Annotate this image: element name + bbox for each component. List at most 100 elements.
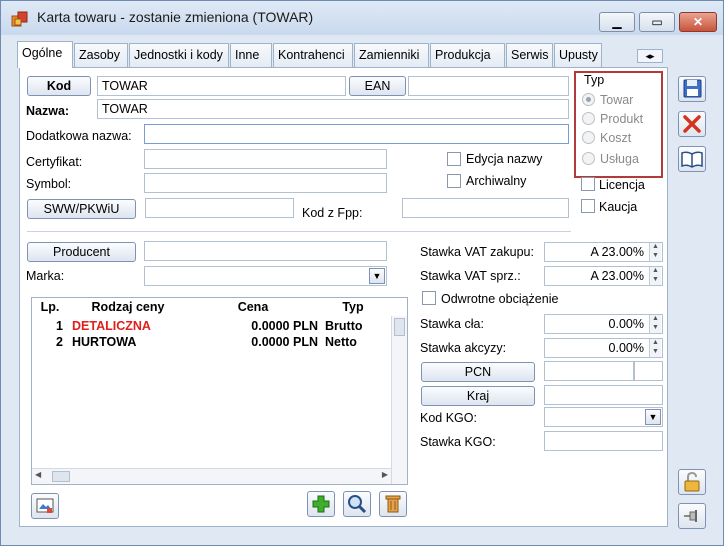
book-icon xyxy=(681,151,703,168)
book-button[interactable] xyxy=(678,146,706,172)
tab-zasoby[interactable]: Zasoby xyxy=(74,43,128,67)
price-table-hscroll[interactable]: ◀ ▶ xyxy=(32,468,391,484)
col-header-typ[interactable]: Typ xyxy=(318,298,388,316)
kod-button[interactable]: Kod xyxy=(27,76,91,96)
licencja-label: Licencja xyxy=(599,178,645,192)
search-price-button[interactable] xyxy=(343,491,371,517)
stawka-kgo-label: Stawka KGO: xyxy=(420,435,496,449)
sww-pkwiu-input[interactable] xyxy=(145,198,294,218)
radio-usluga[interactable] xyxy=(582,152,595,165)
ean-input[interactable] xyxy=(408,76,569,96)
col-header-cena[interactable]: Cena xyxy=(188,298,318,316)
certyfikat-label: Certyfikat: xyxy=(26,155,83,169)
kaucja-checkbox[interactable] xyxy=(581,199,595,213)
vat-sprz-spinner[interactable]: ▲ ▼ xyxy=(649,267,661,285)
edycja-nazwy-checkbox[interactable] xyxy=(447,152,461,166)
tab-label: Kontrahenci xyxy=(278,48,345,62)
row2-cena[interactable]: 0.0000 PLN xyxy=(188,334,318,350)
tab-ogolne[interactable]: Ogólne xyxy=(17,41,73,68)
lock-button[interactable] xyxy=(678,469,706,495)
delete-price-button[interactable] xyxy=(379,491,407,517)
producent-input[interactable] xyxy=(144,241,387,261)
odwrotne-obciazenie-checkbox[interactable] xyxy=(422,291,436,305)
hscroll-thumb[interactable] xyxy=(52,471,70,482)
pcn-input[interactable] xyxy=(544,361,634,381)
row1-typ[interactable]: Brutto xyxy=(325,318,363,334)
cancel-button[interactable] xyxy=(678,111,706,137)
tab-produkcja[interactable]: Produkcja xyxy=(430,43,505,67)
scroll-thumb[interactable] xyxy=(394,318,405,336)
radio-produkt[interactable] xyxy=(582,112,595,125)
save-button[interactable] xyxy=(678,76,706,102)
maximize-button[interactable]: ▭ xyxy=(639,12,675,32)
radio-koszt[interactable] xyxy=(582,131,595,144)
tab-label: Produkcja xyxy=(435,48,491,62)
row2-typ[interactable]: Netto xyxy=(325,334,357,350)
typ-title: Typ xyxy=(584,73,605,87)
kod-input[interactable]: TOWAR xyxy=(97,76,346,96)
tab-zamienniki[interactable]: Zamienniki xyxy=(354,43,429,67)
stawka-cla-spinner[interactable]: ▲ ▼ xyxy=(649,315,661,333)
col-header-rodzaj[interactable]: Rodzaj ceny xyxy=(68,298,188,316)
trash-icon xyxy=(385,495,401,513)
tab-label: Zasoby xyxy=(79,48,120,62)
stawka-akcyzy-spinner[interactable]: ▲ ▼ xyxy=(649,339,661,357)
scroll-left-icon[interactable]: ◀ xyxy=(35,470,41,479)
scroll-right-icon[interactable]: ▶ xyxy=(382,470,388,479)
kod-kgo-select[interactable]: ▼ xyxy=(544,407,663,427)
archiwalny-checkbox[interactable] xyxy=(447,174,461,188)
marka-select[interactable]: ▼ xyxy=(144,266,387,286)
kraj-input[interactable] xyxy=(544,385,663,405)
pcn-button[interactable]: PCN xyxy=(421,362,535,382)
radio-produkt-label: Produkt xyxy=(600,112,644,126)
tab-label: Inne xyxy=(235,48,260,62)
symbol-label: Symbol: xyxy=(26,177,72,191)
nazwa-input[interactable]: TOWAR xyxy=(97,99,569,119)
certyfikat-input[interactable] xyxy=(144,149,387,169)
stawka-cla-input[interactable]: 0.00% ▲ ▼ xyxy=(544,314,663,334)
minimize-button[interactable]: ▁ xyxy=(599,12,635,32)
tab-serwis[interactable]: Serwis xyxy=(506,43,553,67)
symbol-input[interactable] xyxy=(144,173,387,193)
row1-cena[interactable]: 0.0000 PLN xyxy=(188,318,318,334)
tab-kontrahenci[interactable]: Kontrahenci xyxy=(273,43,353,67)
sww-pkwiu-button[interactable]: SWW/PKWiU xyxy=(27,199,136,219)
tab-upusty[interactable]: Upusty xyxy=(554,43,602,67)
vat-zakupu-spinner[interactable]: ▲ ▼ xyxy=(649,243,661,261)
chevron-down-icon[interactable]: ▼ xyxy=(369,268,385,284)
kraj-button[interactable]: Kraj xyxy=(421,386,535,406)
pcn-extra-input[interactable] xyxy=(634,361,663,381)
tab-label: Jednostki i kody xyxy=(134,48,223,62)
image-button[interactable] xyxy=(31,493,59,519)
radio-towar[interactable] xyxy=(582,93,595,106)
stawka-kgo-input[interactable] xyxy=(544,431,663,451)
window-title: Karta towaru - zostanie zmieniona (TOWAR… xyxy=(37,9,314,25)
nazwa-label: Nazwa: xyxy=(26,104,70,118)
dodatkowa-nazwa-input[interactable] xyxy=(144,124,569,144)
tab-scroll-arrows[interactable]: ◂▸ xyxy=(637,49,663,63)
vat-sprz-input[interactable]: A 23.00% ▲ ▼ xyxy=(544,266,663,286)
search-icon xyxy=(348,495,367,514)
kod-fpp-input[interactable] xyxy=(402,198,569,218)
tab-inne[interactable]: Inne xyxy=(230,43,272,67)
row1-rodzaj[interactable]: DETALICZNA xyxy=(72,318,151,334)
stawka-akcyzy-input[interactable]: 0.00% ▲ ▼ xyxy=(544,338,663,358)
tab-label: Serwis xyxy=(511,48,549,62)
price-table-vscroll[interactable] xyxy=(391,316,407,484)
close-button[interactable]: ✕ xyxy=(679,12,717,32)
tab-label: Ogólne xyxy=(22,46,63,60)
item-card-window: Karta towaru - zostanie zmieniona (TOWAR… xyxy=(0,0,724,546)
col-header-lp[interactable]: Lp. xyxy=(32,298,68,316)
row2-rodzaj[interactable]: HURTOWA xyxy=(72,334,136,350)
vat-zakupu-input[interactable]: A 23.00% ▲ ▼ xyxy=(544,242,663,262)
add-price-button[interactable] xyxy=(307,491,335,517)
chevron-down-icon[interactable]: ▼ xyxy=(645,409,661,425)
kaucja-label: Kaucja xyxy=(599,200,638,214)
pin-button[interactable] xyxy=(678,503,706,529)
tab-jednostki-i-kody[interactable]: Jednostki i kody xyxy=(129,43,229,67)
plus-icon xyxy=(312,495,330,513)
licencja-checkbox[interactable] xyxy=(581,177,595,191)
ean-button[interactable]: EAN xyxy=(349,76,406,96)
producent-button[interactable]: Producent xyxy=(27,242,136,262)
tab-label: Zamienniki xyxy=(359,48,420,62)
